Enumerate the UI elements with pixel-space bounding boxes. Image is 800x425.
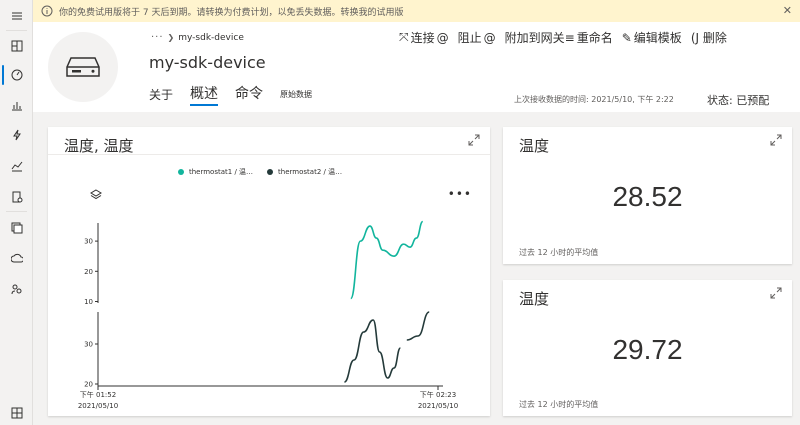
trial-banner: 你的免费试用版将于 7 天后到期。请转换为付费计划，以免丢失数据。转换我的试用版… bbox=[33, 0, 800, 22]
y-tick-label: 30 bbox=[84, 341, 93, 349]
analytics-icon[interactable] bbox=[0, 152, 33, 180]
block-button[interactable]: 阻止 @ bbox=[458, 29, 496, 46]
kpi-tile-1: 温度 28.52 过去 12 小时的平均值 bbox=[503, 127, 792, 264]
hamburger-menu-icon[interactable] bbox=[0, 2, 33, 30]
chevron-right-icon: ❯ bbox=[167, 33, 175, 42]
last-received-text: 上次接收数据的时间: 2021/5/10, 下午 2:22 bbox=[514, 95, 674, 104]
kpi-1-value: 28.52 bbox=[612, 181, 683, 212]
device-tabs: 关于 概述 命令 原始数据 bbox=[149, 84, 329, 106]
line-chart: 10 20 30 20 30 下午 01:52 2021/05/10 下午 02:23 2021… bbox=[78, 220, 458, 410]
info-icon bbox=[41, 5, 53, 17]
close-icon[interactable]: ✕ bbox=[783, 5, 792, 17]
device-icon bbox=[66, 57, 100, 77]
device-header: ··· ❯ my-sdk-device my-sdk-device ⤧ 连接 @… bbox=[33, 22, 800, 112]
x-tick-label-time: 下午 02:23 bbox=[420, 390, 456, 399]
edit-template-button[interactable]: ✎ 编辑模板 bbox=[622, 29, 682, 46]
jobs-icon[interactable] bbox=[0, 183, 33, 211]
tab-commands[interactable]: 命令 bbox=[235, 83, 263, 106]
y-tick-label: 10 bbox=[84, 298, 93, 306]
x-tick-label-date: 2021/05/10 bbox=[78, 402, 118, 410]
rename-icon: ≡ bbox=[564, 30, 575, 45]
kpi-2-caption: 过去 12 小时的平均值 bbox=[519, 400, 599, 409]
breadcrumb: ··· ❯ my-sdk-device bbox=[151, 32, 244, 43]
kpi-tile-1-title: 温度 bbox=[519, 137, 550, 155]
kpi-tile-2: 温度 29.72 过去 12 小时的平均值 bbox=[503, 280, 792, 416]
rename-button[interactable]: ≡ 重命名 bbox=[565, 29, 613, 46]
kpi-tile-2-title: 温度 bbox=[519, 290, 550, 308]
connect-button[interactable]: ⤧ 连接 @ bbox=[399, 29, 449, 46]
attach-to-gateway-button[interactable]: 附加到网关 bbox=[505, 29, 565, 46]
kpi-1-caption: 过去 12 小时的平均值 bbox=[519, 248, 599, 257]
x-tick-label-time: 下午 01:52 bbox=[80, 390, 116, 399]
x-tick-label-date: 2021/05/10 bbox=[418, 402, 458, 410]
series-line-1[interactable] bbox=[350, 220, 424, 300]
devices-icon[interactable] bbox=[0, 61, 33, 89]
breadcrumb-overflow[interactable]: ··· bbox=[151, 32, 164, 43]
connect-icon: ⤧ bbox=[399, 30, 409, 44]
tab-overview[interactable]: 概述 bbox=[190, 83, 219, 106]
device-templates-icon[interactable] bbox=[0, 214, 33, 242]
page-title: my-sdk-device bbox=[149, 53, 266, 72]
y-tick-label: 20 bbox=[84, 381, 93, 389]
dashboard-icon[interactable] bbox=[0, 32, 33, 60]
expand-icon[interactable] bbox=[770, 134, 782, 146]
expand-icon[interactable] bbox=[770, 287, 782, 299]
status-badge: 状态: 已预配 bbox=[707, 94, 770, 107]
left-nav-rail bbox=[0, 0, 33, 425]
tab-about[interactable]: 关于 bbox=[149, 86, 173, 106]
chart-tile: 温度, 温度 thermostat1 / 温… thermostat2 / 温…… bbox=[48, 127, 490, 416]
breadcrumb-current[interactable]: my-sdk-device bbox=[178, 33, 244, 43]
series-line-2[interactable] bbox=[344, 319, 402, 383]
device-groups-icon[interactable] bbox=[0, 91, 33, 119]
series-line-2[interactable] bbox=[406, 311, 430, 341]
rules-icon[interactable] bbox=[0, 121, 33, 149]
delete-button[interactable]: (J 删除 bbox=[691, 29, 727, 46]
banner-text[interactable]: 你的免费试用版将于 7 天后到期。请转换为付费计划，以免丢失数据。转换我的试用版 bbox=[59, 5, 403, 18]
y-tick-label: 20 bbox=[84, 268, 93, 276]
y-tick-label: 30 bbox=[84, 238, 93, 246]
settings-icon[interactable] bbox=[0, 399, 33, 425]
data-export-icon[interactable] bbox=[0, 245, 33, 273]
device-avatar bbox=[48, 32, 118, 102]
tab-raw-data[interactable]: 原始数据 bbox=[280, 89, 312, 106]
edit-template-icon: ✎ bbox=[621, 30, 632, 45]
command-toolbar: ⤧ 连接 @ 阻止 @ 附加到网关 ≡ 重命名 ✎ 编辑模板 (J 删除 bbox=[399, 29, 727, 46]
kpi-2-value: 29.72 bbox=[612, 334, 683, 365]
administration-icon[interactable] bbox=[0, 275, 33, 303]
